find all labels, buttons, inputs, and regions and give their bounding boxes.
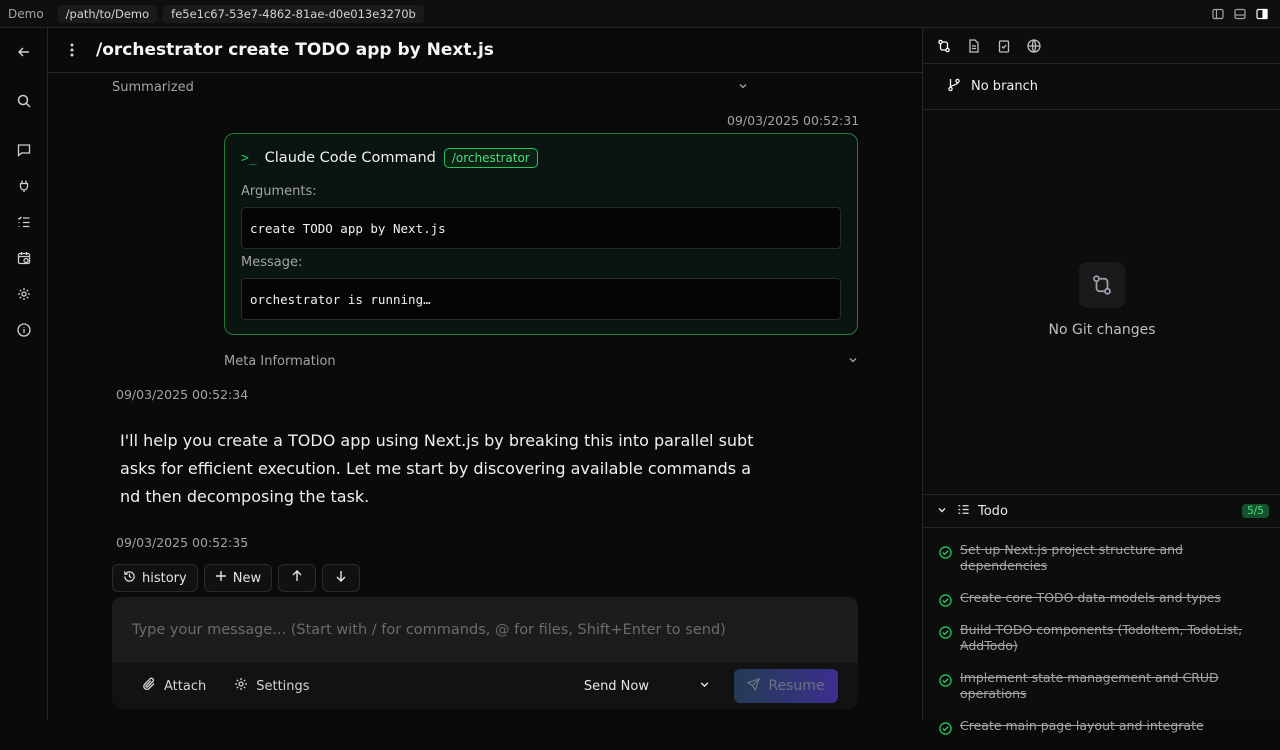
toggle-right-panel-icon[interactable]: [1254, 6, 1270, 22]
command-badge: /orchestrator: [443, 148, 538, 168]
todo-text: Implement state management and CRUD oper…: [960, 670, 1219, 701]
title-bar: Demo /path/to/Demo fe5e1c67-53e7-4862-81…: [0, 0, 1280, 28]
history-icon: [123, 570, 136, 587]
todo-item: Create main page layout and integrate: [939, 718, 1271, 735]
gear-icon: [234, 677, 248, 695]
toggle-bottom-panel-icon[interactable]: [1232, 6, 1248, 22]
git-branch-icon: [947, 78, 961, 96]
todo-text: Create main page layout and integrate: [960, 718, 1204, 733]
message-controls: history New: [112, 564, 361, 592]
check-circle-icon: [939, 544, 952, 559]
message-value: orchestrator is running…: [241, 278, 841, 320]
info-icon[interactable]: [14, 320, 34, 340]
chat-icon[interactable]: [14, 140, 34, 160]
scroll-down-button[interactable]: [322, 564, 361, 592]
settings-label: Settings: [256, 678, 310, 694]
list-icon: [957, 503, 970, 520]
todo-item: Set up Next.js project structure and dep…: [939, 542, 1271, 574]
new-session-button[interactable]: New: [203, 564, 273, 592]
attach-label: Attach: [164, 678, 207, 694]
todo-text: Build TODO components (TodoItem, TodoLis…: [960, 622, 1243, 653]
command-title: Claude Code Command: [264, 150, 436, 166]
assistant-timestamp: 09/03/2025 00:52:34: [116, 387, 249, 402]
new-label: New: [232, 570, 262, 586]
todo-text: Create core TODO data models and types: [960, 590, 1221, 605]
chevron-down-icon: [937, 504, 947, 519]
send-mode-select[interactable]: Send Now: [584, 679, 710, 694]
search-icon[interactable]: [14, 91, 34, 111]
side-panel-tabs: [923, 28, 1280, 64]
check-circle-icon: [939, 624, 952, 639]
terminal-prompt-icon: >_: [241, 150, 257, 166]
assistant-message: I'll help you create a TODO app using Ne…: [120, 431, 754, 506]
plug-icon[interactable]: [14, 176, 34, 196]
git-compare-icon: [1079, 262, 1125, 308]
clipboard-check-icon[interactable]: [997, 39, 1011, 53]
composer-toolbar: Attach Settings Send Now Resume: [112, 663, 858, 709]
tasks-list-icon[interactable]: [14, 212, 34, 232]
gear-icon[interactable]: [14, 284, 34, 304]
resume-button[interactable]: Resume: [734, 669, 838, 703]
calendar-clock-icon[interactable]: [14, 248, 34, 268]
send-mode-value: Send Now: [583, 678, 649, 694]
check-circle-icon: [939, 592, 952, 607]
chat-header: /orchestrator create TODO app by Next.js: [48, 28, 922, 73]
todo-text: Set up Next.js project structure and dep…: [960, 542, 1183, 573]
composer: Attach Settings Send Now Resume: [112, 597, 858, 737]
message-label: Message:: [241, 255, 303, 270]
command-timestamp: 09/03/2025 00:52:31: [727, 113, 860, 128]
meta-information-label: Meta Information: [224, 354, 336, 369]
app-name: Demo: [8, 6, 44, 21]
project-path[interactable]: /path/to/Demo: [57, 4, 158, 23]
nav-rail: [0, 28, 48, 720]
git-empty-text: No Git changes: [1048, 322, 1156, 338]
plus-icon: [215, 570, 227, 586]
toggle-left-panel-icon[interactable]: [1210, 6, 1226, 22]
scroll-up-button[interactable]: [278, 564, 317, 592]
meta-information-toggle[interactable]: Meta Information: [224, 354, 858, 369]
chevron-down-icon: [738, 80, 748, 95]
arguments-label: Arguments:: [241, 184, 317, 199]
command-card: >_ Claude Code Command /orchestrator Arg…: [224, 133, 858, 335]
todo-count-badge: 5/5: [1242, 504, 1269, 518]
file-text-icon[interactable]: [967, 38, 981, 53]
side-panel: No branch No Git changes Todo 5/5 Set up…: [922, 28, 1280, 735]
chevron-down-icon: [699, 679, 710, 694]
globe-icon[interactable]: [1027, 38, 1041, 53]
arguments-value: create TODO app by Next.js: [241, 207, 841, 249]
chat-area: /orchestrator create TODO app by Next.js…: [48, 28, 922, 720]
paperclip-icon: [142, 677, 156, 695]
todo-list: Set up Next.js project structure and dep…: [939, 542, 1271, 750]
summarized-label: Summarized: [112, 80, 194, 95]
branch-indicator[interactable]: No branch: [923, 64, 1280, 110]
more-vertical-icon[interactable]: [48, 43, 96, 57]
page-title: /orchestrator create TODO app by Next.js: [96, 40, 494, 60]
arrow-up-icon: [291, 570, 303, 586]
todo-item: Build TODO components (TodoItem, TodoLis…: [939, 622, 1271, 654]
git-compare-icon[interactable]: [937, 39, 951, 53]
branch-name: No branch: [971, 79, 1038, 94]
resume-label: Resume: [768, 678, 825, 694]
attach-button[interactable]: Attach: [142, 677, 206, 695]
back-arrow-icon[interactable]: [14, 42, 34, 62]
history-button[interactable]: history: [112, 564, 198, 592]
summarized-toggle[interactable]: Summarized: [112, 80, 748, 95]
history-label: history: [142, 570, 187, 586]
settings-button[interactable]: Settings: [234, 677, 310, 695]
todo-item: Implement state management and CRUD oper…: [939, 670, 1271, 702]
todo-section-header[interactable]: Todo 5/5: [923, 494, 1280, 528]
git-empty-state: No Git changes: [923, 262, 1280, 338]
check-circle-icon: [939, 672, 952, 687]
send-icon: [746, 677, 761, 695]
todo-item: Create core TODO data models and types: [939, 590, 1271, 607]
arrow-down-icon: [335, 570, 347, 586]
check-circle-icon: [939, 720, 952, 735]
todo-label: Todo: [978, 503, 1008, 519]
last-timestamp: 09/03/2025 00:52:35: [116, 535, 249, 550]
chevron-down-icon: [848, 354, 858, 369]
message-input[interactable]: [112, 597, 858, 663]
session-id[interactable]: fe5e1c67-53e7-4862-81ae-d0e013e3270b: [163, 4, 424, 23]
